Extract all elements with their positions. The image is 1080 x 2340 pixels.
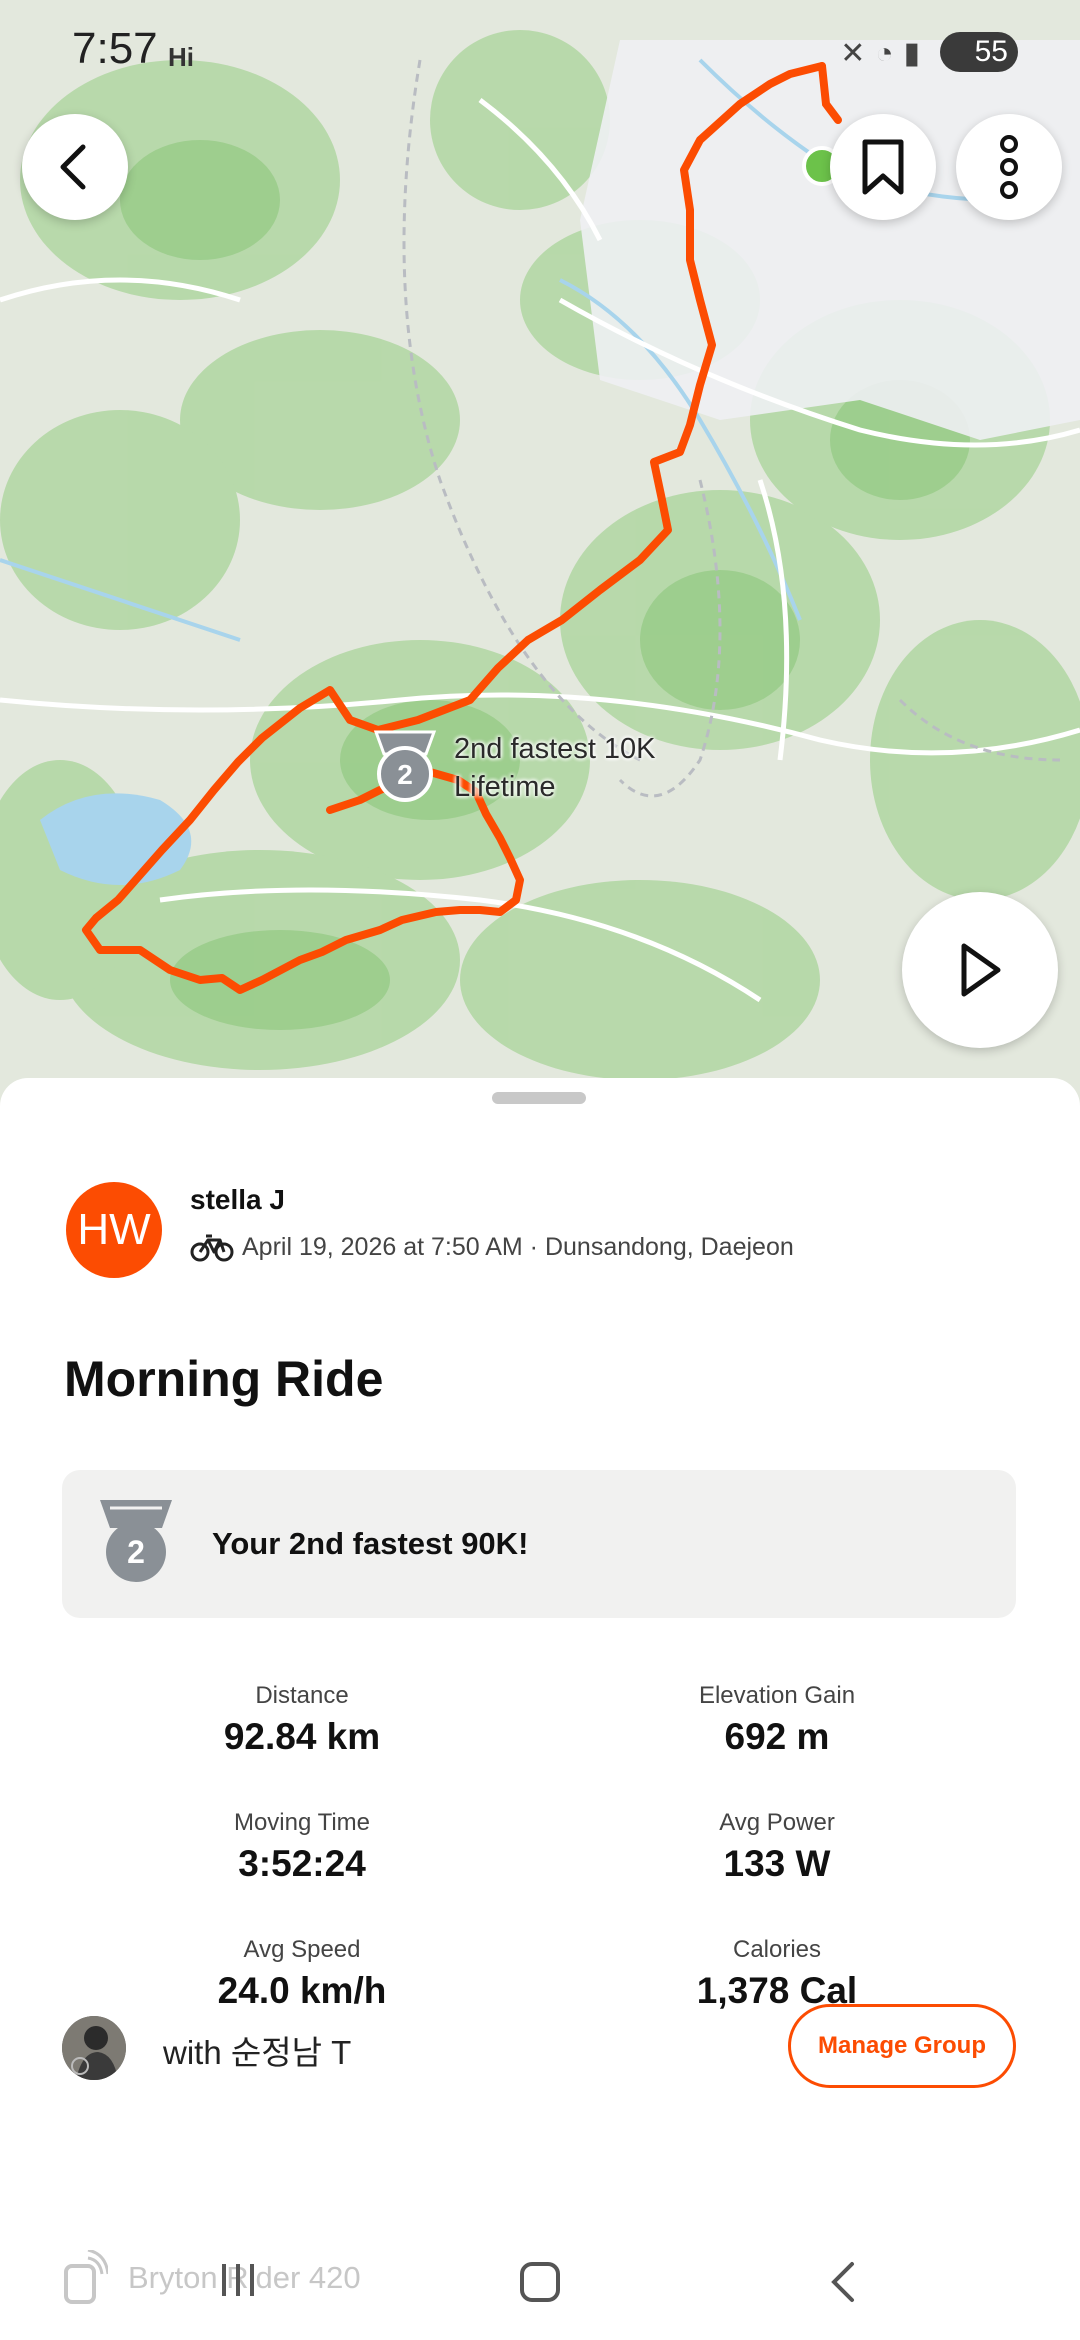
- stat-label: Calories: [732, 1936, 822, 1963]
- status-bar: 7:57 Hi ✕◔▮ 55: [0, 0, 1080, 100]
- segment-label-title: 2nd fastest 10K: [454, 733, 656, 765]
- stat-value: 24.0 km/h: [217, 1970, 387, 2011]
- mute-icon: ✕: [840, 37, 876, 70]
- status-time: 7:57: [72, 24, 158, 73]
- stat-label: Avg Power: [719, 1809, 835, 1836]
- system-back-button[interactable]: [828, 2260, 858, 2309]
- achievement-text: Your 2nd fastest 90K!: [212, 1526, 529, 1561]
- wifi-icon: ◔: [875, 37, 904, 70]
- stat-value: 92.84 km: [223, 1716, 381, 1757]
- recents-button[interactable]: [218, 2260, 258, 2305]
- chevron-left-icon: [831, 2262, 854, 2302]
- stat-distance: Distance 92.84 km: [102, 1682, 502, 1758]
- chevron-left-icon: [60, 144, 86, 190]
- bike-icon: [190, 1234, 234, 1262]
- athlete-avatar[interactable]: HW: [66, 1182, 162, 1278]
- segment-label-subtitle: Lifetime: [454, 771, 556, 803]
- stat-elevation-gain: Elevation Gain 692 m: [577, 1682, 977, 1758]
- battery-indicator: 55: [940, 32, 1018, 72]
- athlete-name[interactable]: stella J: [190, 1184, 285, 1216]
- play-icon: [961, 943, 1001, 997]
- recents-icon: [222, 2264, 254, 2296]
- stat-calories: Calories 1,378 Cal: [577, 1936, 977, 2012]
- stat-value: 133 W: [723, 1843, 831, 1884]
- back-button[interactable]: [22, 114, 128, 220]
- stat-moving-time: Moving Time 3:52:24: [102, 1809, 502, 1885]
- segment-medal-rank: 2: [397, 759, 413, 790]
- medal-icon: 2: [100, 1500, 172, 1582]
- bookmark-icon: [862, 139, 904, 195]
- avatar-photo: [62, 2016, 126, 2080]
- activity-date-location: April 19, 2026 at 7:50 AM · Dunsandong, …: [242, 1232, 794, 1261]
- activity-sheet: HW stella J April 19, 2026 at 7:50 AM · …: [0, 1078, 1080, 2340]
- status-indicator: Hi: [168, 42, 194, 72]
- activity-meta: April 19, 2026 at 7:50 AM · Dunsandong, …: [190, 1232, 794, 1262]
- medal-rank: 2: [127, 1534, 145, 1570]
- stat-avg-power: Avg Power 133 W: [577, 1809, 977, 1885]
- stat-label: Avg Speed: [243, 1936, 361, 1963]
- stat-label: Elevation Gain: [698, 1682, 856, 1709]
- stat-avg-speed: Avg Speed 24.0 km/h: [102, 1936, 502, 2012]
- sheet-drag-handle[interactable]: [492, 1092, 586, 1104]
- status-icons: ✕◔▮: [840, 36, 930, 71]
- segment-medal-icon[interactable]: 2: [372, 728, 438, 804]
- home-icon: [520, 2262, 560, 2302]
- achievement-card[interactable]: 2 Your 2nd fastest 90K!: [62, 1470, 1016, 1618]
- group-with-text[interactable]: with 순정남 T: [163, 2026, 351, 2074]
- play-flyover-button[interactable]: [902, 892, 1058, 1048]
- more-options-button[interactable]: [956, 114, 1062, 220]
- more-vertical-icon: [1000, 135, 1018, 199]
- manage-group-button[interactable]: Manage Group: [788, 2004, 1016, 2088]
- activity-title: Morning Ride: [64, 1351, 384, 1407]
- stat-value: 692 m: [724, 1716, 830, 1757]
- group-member-avatar[interactable]: [62, 2016, 126, 2080]
- signal-icon: ▮: [903, 37, 930, 70]
- stat-value: 3:52:24: [238, 1843, 366, 1884]
- stat-label: Distance: [255, 1682, 349, 1709]
- system-nav-bar: [0, 2230, 1080, 2340]
- bookmark-button[interactable]: [830, 114, 936, 220]
- home-button[interactable]: [518, 2260, 562, 2309]
- stat-label: Moving Time: [233, 1809, 371, 1836]
